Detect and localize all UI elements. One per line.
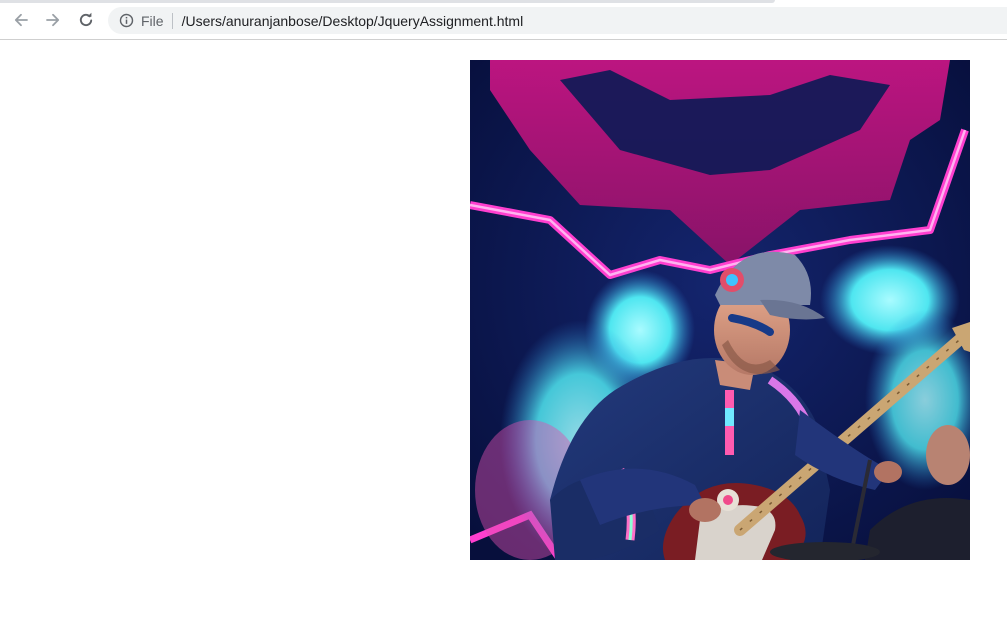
concert-photo-guitarist bbox=[470, 60, 970, 560]
page-content bbox=[0, 41, 1007, 621]
info-circle-icon[interactable] bbox=[118, 13, 134, 29]
concert-photo bbox=[470, 60, 970, 560]
url-text[interactable]: /Users/anuranjanbose/Desktop/JqueryAssig… bbox=[182, 13, 524, 29]
browser-toolbar: File /Users/anuranjanbose/Desktop/Jquery… bbox=[0, 0, 1007, 40]
tab-strip-edge bbox=[0, 0, 775, 3]
arrow-right-icon bbox=[44, 11, 62, 29]
scheme-label: File bbox=[141, 12, 164, 29]
omnibox-separator bbox=[171, 12, 173, 29]
forward-button[interactable] bbox=[41, 8, 65, 32]
address-bar[interactable]: File /Users/anuranjanbose/Desktop/Jquery… bbox=[108, 7, 1007, 34]
arrow-left-icon bbox=[12, 11, 30, 29]
back-button[interactable] bbox=[9, 8, 33, 32]
reload-icon bbox=[77, 11, 95, 29]
reload-button[interactable] bbox=[74, 8, 98, 32]
